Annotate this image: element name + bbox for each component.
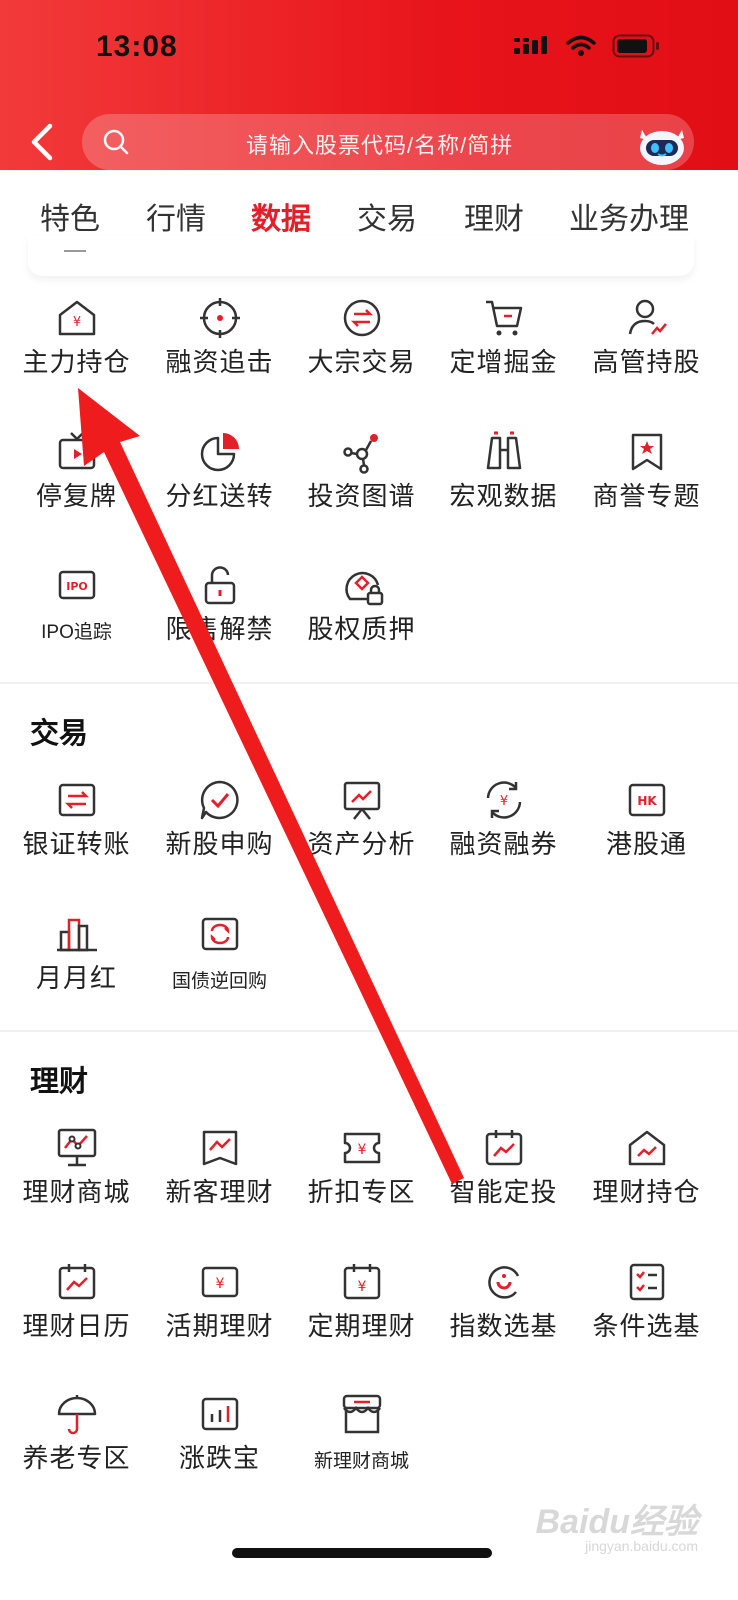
svg-text:¥: ¥ — [357, 1142, 366, 1158]
monitor-chart-icon — [57, 1128, 96, 1167]
grid-item-label: 融资融券 — [449, 829, 558, 859]
battery-icon — [612, 34, 659, 58]
grid-item-label: 智能定投 — [449, 1177, 558, 1207]
grid-item-label: 融资追击 — [165, 347, 274, 377]
cart-icon — [485, 300, 522, 336]
unlock-icon — [204, 566, 235, 605]
grid-item-label: 资产分析 — [307, 829, 416, 859]
grid-item-label: 新股申购 — [165, 829, 274, 859]
yen-cycle-icon: ¥ — [486, 781, 521, 819]
grid-item-label: 新理财商城 — [313, 1451, 409, 1472]
grid-item-label: 高管持股 — [592, 347, 701, 377]
grid-item-label: 活期理财 — [165, 1311, 274, 1341]
section-divider — [0, 1030, 738, 1032]
grid-item-label: 大宗交易 — [307, 347, 416, 377]
grid-item-label: 折扣专区 — [307, 1177, 416, 1207]
grid-item-label: IPO追踪 — [41, 622, 112, 643]
grid-item-label: 条件选基 — [592, 1311, 701, 1341]
grid-item-label: 国债逆回购 — [171, 971, 267, 992]
store-icon — [342, 1394, 381, 1434]
grid-item-label: 理财商城 — [22, 1177, 131, 1207]
ticket-yen-icon: ¥ — [343, 1132, 380, 1164]
target-icon — [199, 298, 240, 338]
status-icons — [514, 34, 660, 58]
calendar-chart-icon — [58, 1264, 95, 1300]
svg-text:HK: HK — [637, 794, 657, 808]
home-indicator[interactable] — [232, 1548, 492, 1558]
svg-text:¥: ¥ — [72, 315, 80, 330]
tab-data[interactable]: 数据 — [251, 194, 311, 238]
wifi-icon — [566, 35, 596, 56]
grid-item-label: 定增掘金 — [449, 347, 558, 377]
grid-item-label: 指数选基 — [449, 1311, 558, 1341]
section-divider — [0, 682, 738, 684]
grid-item-label: 养老专区 — [22, 1443, 131, 1473]
tab-market[interactable]: 行情 — [146, 194, 206, 238]
grid-item-label: 投资图谱 — [307, 481, 416, 511]
grid-item-label: 理财日历 — [22, 1311, 131, 1341]
calendar-yen-icon: ¥ — [343, 1264, 380, 1300]
tab-trade[interactable]: 交易 — [357, 194, 417, 238]
grid-item-label: 分红送转 — [165, 481, 274, 511]
binoculars-icon — [486, 431, 521, 470]
svg-text:¥: ¥ — [499, 794, 507, 809]
collapsed-card — [28, 236, 694, 276]
search-icon — [103, 129, 129, 155]
umbrella-icon — [57, 1395, 96, 1435]
bookmark-star-icon — [631, 433, 662, 471]
section-title-trade: 交易 — [30, 718, 89, 750]
tv-play-icon — [58, 432, 95, 470]
buildings-icon — [56, 918, 97, 952]
exchange-circle-icon — [343, 299, 380, 337]
svg-text:¥: ¥ — [215, 1276, 224, 1292]
chat-check-icon — [200, 780, 239, 820]
yen-card-icon: ¥ — [201, 1266, 238, 1298]
grid-item-label: 停复牌 — [35, 481, 117, 511]
app-header: 13:08 请输入股票代码/名称/简拼 — [0, 0, 738, 170]
search-placeholder: 请输入股票代码/名称/简拼 — [246, 133, 514, 158]
grid-item-label: 月月红 — [35, 963, 117, 993]
pledge-lock-icon — [344, 571, 383, 606]
grid-item-label: 宏观数据 — [449, 481, 558, 511]
grid-item-label: 港股通 — [605, 829, 687, 859]
checklist-icon — [629, 1263, 664, 1301]
back-arrow-icon[interactable] — [26, 122, 60, 162]
grid-item-label: 定期理财 — [307, 1311, 416, 1341]
tab-featured[interactable]: 特色 — [40, 194, 100, 238]
tab-business[interactable]: 业务办理 — [569, 194, 689, 238]
calendar-trend-icon — [485, 1130, 522, 1166]
status-time: 13:08 — [96, 30, 178, 63]
grid-item-label: 商誉专题 — [592, 481, 701, 511]
svg-text:IPO: IPO — [66, 580, 88, 593]
grid-item-label: 新客理财 — [165, 1177, 274, 1207]
presentation-icon — [343, 781, 380, 820]
card-dash — [64, 250, 86, 252]
svg-text:¥: ¥ — [357, 1279, 366, 1295]
section-title-wealth: 理财 — [30, 1066, 89, 1098]
grid-item-label: 股权质押 — [307, 614, 416, 644]
graph-nodes-icon — [342, 434, 378, 474]
search-input[interactable]: 请输入股票代码/名称/简拼 — [82, 114, 694, 170]
transfer-icon — [58, 783, 95, 817]
robot-assistant-icon[interactable] — [634, 120, 690, 168]
baidu-watermark: Baidu经验 — [535, 1503, 698, 1541]
signal-icon — [514, 36, 547, 54]
hk-icon: HK — [628, 783, 665, 817]
grid-item-label: 银证转账 — [22, 829, 131, 859]
grid-item-label: 理财持仓 — [592, 1177, 701, 1207]
bar-card-icon — [201, 1397, 238, 1431]
repo-icon — [201, 917, 238, 951]
person-chart-icon — [628, 299, 667, 335]
trend-card-icon — [202, 1130, 237, 1166]
ipo-icon: IPO — [58, 570, 95, 600]
house-trend-icon — [628, 1130, 665, 1166]
grid-item-label: 限售解禁 — [165, 614, 274, 644]
house-yen-icon: ¥ — [58, 300, 95, 336]
cycle-icon — [487, 1266, 519, 1299]
pie-chart-icon — [200, 433, 239, 472]
grid-item-label: 涨跌宝 — [178, 1443, 260, 1473]
grid-item-label: 主力持仓 — [22, 347, 131, 377]
baidu-watermark-url: jingyan.baidu.com — [585, 1538, 698, 1554]
tab-wealth[interactable]: 理财 — [464, 194, 524, 238]
